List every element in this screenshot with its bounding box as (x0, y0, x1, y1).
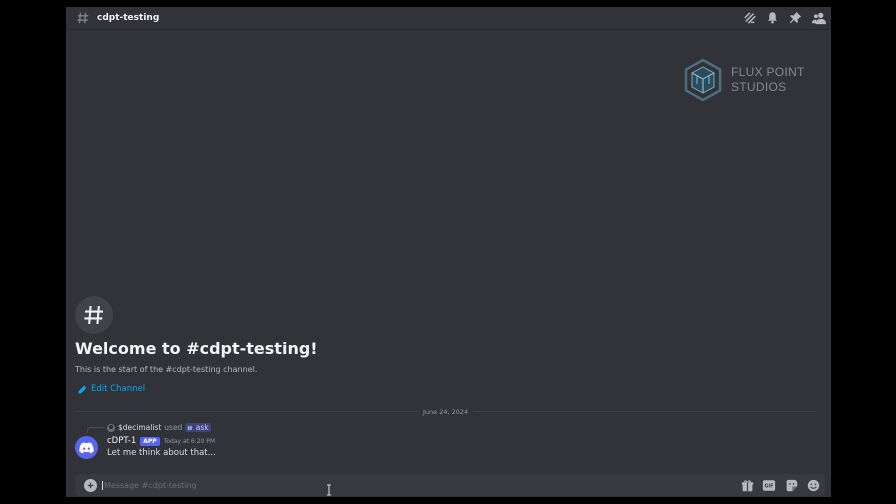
reply-user[interactable]: $decimalist (118, 423, 161, 432)
edit-channel-label: Edit Channel (91, 384, 146, 394)
slash-command-name: ask (195, 423, 209, 432)
watermark: FLUX POINT STUDIOS (683, 58, 831, 102)
flux-point-logo-icon (684, 58, 722, 102)
hash-icon (77, 12, 89, 24)
message-author[interactable]: cDPT-1 (107, 436, 136, 446)
message-content: Let me think about that... (107, 448, 216, 458)
pin-icon[interactable] (787, 9, 804, 26)
emoji-icon[interactable] (805, 477, 821, 493)
reply-connector (87, 427, 105, 433)
welcome-subtitle: This is the start of the #cdpt-testing c… (75, 365, 258, 374)
welcome-title: Welcome to #cdpt-testing! (75, 339, 318, 358)
bot-avatar[interactable] (75, 436, 98, 459)
message-input[interactable] (102, 480, 702, 490)
app-badge: APP (140, 436, 160, 446)
date-divider-label: June 24, 2024 (418, 408, 474, 416)
plus-icon (87, 482, 94, 488)
discord-logo-icon (79, 441, 94, 453)
edit-channel-link[interactable]: Edit Channel (78, 384, 145, 394)
svg-text:GIF: GIF (765, 483, 774, 489)
watermark-text: FLUX POINT STUDIOS (731, 65, 805, 95)
text-cursor-icon (327, 484, 331, 496)
header-toolbar (741, 9, 827, 26)
threads-icon[interactable] (741, 9, 758, 26)
message-composer: GIF (75, 474, 825, 496)
watermark-line1: FLUX POINT (731, 65, 805, 79)
sticker-icon[interactable] (783, 477, 799, 493)
hash-icon (84, 305, 103, 325)
channel-hash-avatar (75, 296, 113, 334)
composer-buttons: GIF (739, 477, 821, 493)
gift-icon[interactable] (739, 477, 755, 493)
channel-title: cdpt-testing (97, 13, 160, 23)
pencil-icon (78, 385, 87, 393)
command-reply[interactable]: $decimalist used ask (107, 423, 211, 432)
message-header: cDPT-1 APP Today at 6:20 PM (107, 436, 215, 446)
members-icon[interactable] (810, 9, 827, 26)
reply-user-avatar (107, 423, 115, 432)
watermark-line2: STUDIOS (731, 80, 787, 94)
gif-icon[interactable]: GIF (761, 477, 777, 493)
bell-icon[interactable] (764, 9, 781, 26)
add-attachment-button[interactable] (84, 478, 97, 492)
slash-command[interactable]: ask (185, 423, 211, 432)
slash-command-icon (187, 425, 193, 431)
reply-used-text: used (164, 423, 183, 432)
channel-header: cdpt-testing (66, 7, 831, 30)
message-timestamp: Today at 6:20 PM (163, 437, 216, 445)
